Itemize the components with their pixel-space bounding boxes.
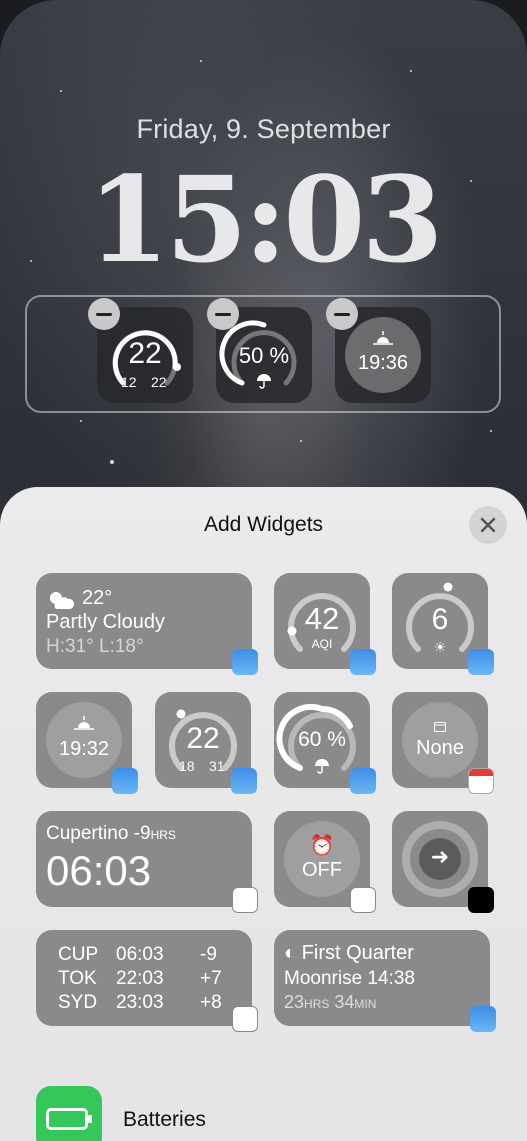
remove-widget-button[interactable]: [88, 298, 120, 330]
aqi-value: 42: [304, 601, 340, 636]
city-code: CUP: [58, 944, 99, 965]
widget-temp-gauge[interactable]: 22 18 31: [155, 692, 257, 794]
umbrella-icon: [315, 759, 329, 774]
close-button[interactable]: [469, 506, 507, 544]
partly-cloudy-icon: [50, 592, 75, 609]
city-code: TOK: [58, 968, 97, 989]
weather-temp: 22°: [82, 587, 113, 609]
temp-high: 22: [151, 374, 167, 390]
sunrise-value: 19:32: [58, 738, 110, 760]
city-offset: -9: [200, 944, 217, 965]
temp-low: 18: [179, 758, 195, 774]
umbrella-icon: [257, 374, 271, 389]
clock-app-icon: [232, 1006, 258, 1032]
lock-screen: Friday, 9. September 15:03 22 12 22 50 %: [0, 0, 527, 1141]
moonrise: Moonrise 14:38: [284, 968, 415, 989]
batteries-app-icon: [36, 1086, 102, 1141]
alarm-icon: ⏰: [309, 835, 335, 857]
moon-phase-icon: ◐: [284, 942, 297, 964]
close-icon: [480, 517, 496, 533]
widget-aqi[interactable]: 42 AQI: [274, 573, 376, 675]
moon-countdown: 23HRS 34MIN: [284, 992, 377, 1012]
moon-phase-row: ◐ First Quarter: [284, 942, 414, 964]
weather-app-icon: [350, 768, 376, 794]
batteries-label: Batteries: [123, 1108, 206, 1131]
city-offset: +7: [200, 968, 222, 989]
weather-condition: Partly Cloudy: [46, 611, 165, 633]
sunset-value: 19:36: [357, 352, 409, 374]
temp-value: 22: [186, 722, 220, 755]
remove-widget-button[interactable]: [207, 298, 239, 330]
weather-app-icon: [350, 649, 376, 675]
calendar-app-icon: [468, 768, 494, 794]
widget-weather-wide[interactable]: 22° Partly Cloudy H:31° L:18°: [36, 573, 258, 675]
widget-fitness[interactable]: ➜: [392, 811, 494, 913]
lock-widget-temperature[interactable]: 22 12 22: [88, 298, 193, 403]
rain-value: 60 %: [298, 728, 346, 751]
weather-app-icon: [470, 1006, 496, 1032]
rain-value: 50 %: [238, 343, 290, 368]
lock-widget-area[interactable]: 22 12 22 50 % 19:36: [25, 295, 501, 413]
weather-app-icon: [232, 649, 258, 675]
city-time: 23:03: [116, 992, 164, 1013]
remove-widget-button[interactable]: [326, 298, 358, 330]
clock-app-icon: [232, 887, 258, 913]
temp-high: 31: [209, 758, 225, 774]
arrow-right-icon: ➜: [430, 844, 450, 869]
weather-app-icon: [468, 649, 494, 675]
city-offset: +8: [200, 992, 222, 1013]
weather-hilo: H:31° L:18°: [46, 636, 144, 657]
widget-world-clock-list[interactable]: CUP 06:03 -9 TOK 22:03 +7 SYD 23:03 +8: [36, 930, 258, 1032]
widget-world-clock[interactable]: Cupertino -9HRS 06:03: [36, 811, 258, 913]
world-clock-city: Cupertino -9HRS: [46, 823, 176, 844]
city-time: 06:03: [116, 944, 164, 965]
city-code: SYD: [58, 992, 98, 1013]
widget-sunrise[interactable]: 19:32: [36, 692, 138, 794]
sunset-icon: [373, 331, 393, 345]
sunrise-icon: [74, 716, 94, 730]
uv-value: 6: [431, 603, 449, 636]
widget-rain[interactable]: 60 %: [274, 692, 376, 794]
lock-widget-sunset[interactable]: 19:36: [326, 298, 431, 403]
widget-alarm[interactable]: ⏰ OFF: [274, 811, 376, 913]
city-time: 22:03: [116, 968, 164, 989]
temp-low: 12: [121, 374, 137, 390]
calendar-icon: [434, 722, 446, 732]
sheet-title: Add Widgets: [203, 513, 324, 536]
alarm-value: OFF: [302, 859, 342, 881]
widget-calendar[interactable]: None: [392, 692, 494, 794]
lock-widget-rain[interactable]: 50 %: [207, 298, 312, 403]
weather-app-icon: [231, 768, 257, 794]
world-clock-time: 06:03: [46, 847, 152, 894]
fitness-app-icon: [468, 887, 494, 913]
clock-app-icon: [350, 887, 376, 913]
calendar-value: None: [416, 737, 464, 759]
weather-app-icon: [112, 768, 138, 794]
temp-value: 22: [128, 337, 162, 370]
lock-date: Friday, 9. September: [136, 114, 391, 144]
widget-moon[interactable]: ◐ First Quarter Moonrise 14:38 23HRS 34M…: [274, 930, 496, 1032]
widget-uv[interactable]: 6 ☀: [392, 573, 494, 675]
lock-time: 15:03: [87, 150, 444, 289]
